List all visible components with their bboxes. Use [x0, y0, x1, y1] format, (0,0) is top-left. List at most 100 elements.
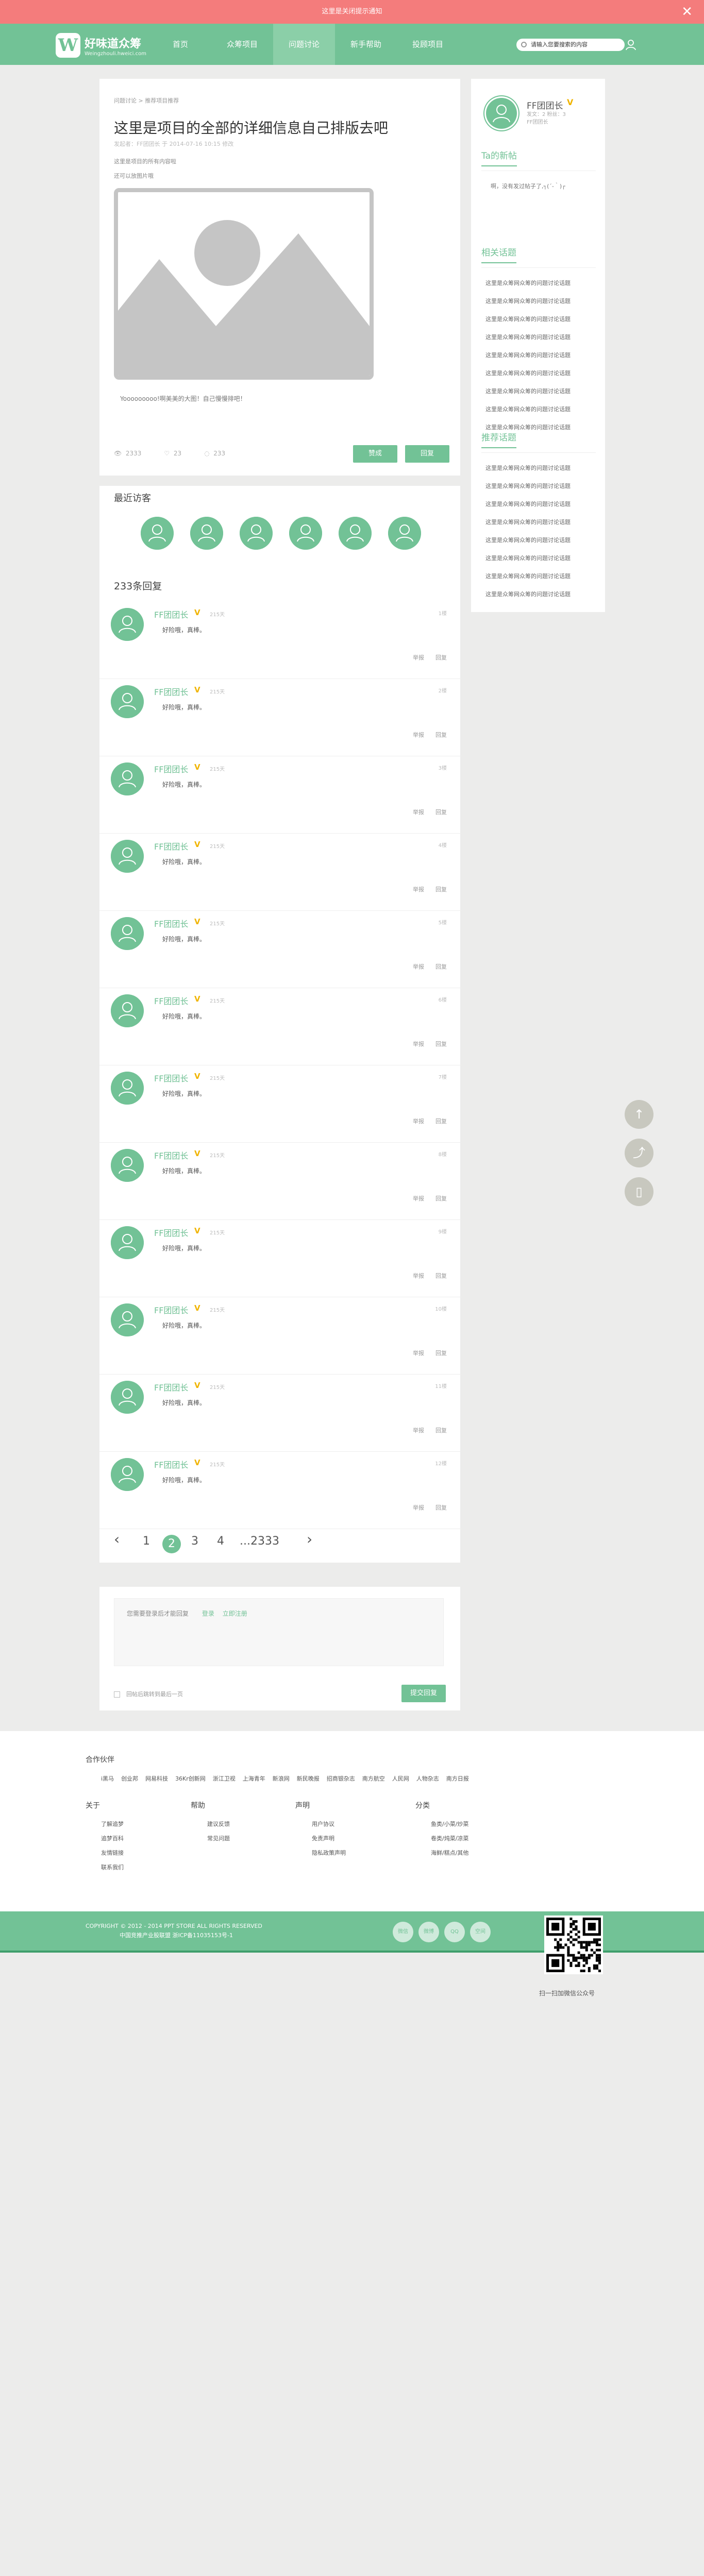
visitor-avatar[interactable]	[190, 517, 223, 550]
visitor-avatar[interactable]	[240, 517, 273, 550]
partner-link[interactable]: 人物杂志	[416, 1774, 439, 1783]
reply-author[interactable]: FF团团长	[154, 608, 188, 620]
reply-author[interactable]: FF团团长	[154, 685, 188, 698]
topic-link[interactable]: 这里是众筹网众筹的问题讨论话题	[485, 279, 571, 287]
search-input[interactable]: 请输入您要搜索的内容	[516, 39, 625, 51]
footer-link[interactable]: 用户协议	[312, 1820, 334, 1828]
author-avatar[interactable]	[483, 95, 519, 131]
report-link[interactable]: 举报	[413, 1427, 424, 1434]
user-icon[interactable]	[625, 39, 636, 50]
nav-item[interactable]: 首页	[149, 24, 211, 65]
partner-link[interactable]: 新民晚报	[297, 1774, 320, 1783]
page-link[interactable]: 3	[191, 1535, 198, 1548]
reply-link[interactable]: 回复	[435, 1504, 447, 1511]
topic-link[interactable]: 这里是众筹网众筹的问题讨论话题	[485, 482, 571, 490]
report-link[interactable]: 举报	[413, 886, 424, 893]
topic-link[interactable]: 这里是众筹网众筹的问题讨论话题	[485, 500, 571, 508]
report-link[interactable]: 举报	[413, 1118, 424, 1125]
reply-link[interactable]: 回复	[435, 963, 447, 970]
report-link[interactable]: 举报	[413, 1504, 424, 1511]
topic-link[interactable]: 这里是众筹网众筹的问题讨论话题	[485, 369, 571, 377]
reply-author[interactable]: FF团团长	[154, 1072, 188, 1084]
footer-link[interactable]: 追梦百科	[101, 1834, 124, 1842]
footer-link[interactable]: 了解追梦	[101, 1820, 124, 1828]
nav-item[interactable]: 投顾项目	[397, 24, 459, 65]
reply-avatar[interactable]	[111, 1226, 144, 1259]
topic-link[interactable]: 这里是众筹网众筹的问题讨论话题	[485, 518, 571, 526]
topic-link[interactable]: 这里是众筹网众筹的问题讨论话题	[485, 387, 571, 395]
visitor-avatar[interactable]	[141, 517, 174, 550]
partner-link[interactable]: 新浪网	[273, 1774, 290, 1783]
reply-link[interactable]: 回复	[435, 1427, 447, 1434]
reply-link[interactable]: 回复	[435, 654, 447, 661]
report-link[interactable]: 举报	[413, 654, 424, 661]
partner-link[interactable]: 招商银杂志	[327, 1774, 355, 1783]
reply-author[interactable]: FF团团长	[154, 840, 188, 852]
partner-link[interactable]: 人民网	[392, 1774, 409, 1783]
page-link[interactable]: ...2333	[240, 1535, 279, 1548]
submit-reply-button[interactable]: 提交回复	[401, 1685, 446, 1702]
login-link[interactable]: 登录	[202, 1610, 214, 1617]
reply-avatar[interactable]	[111, 917, 144, 950]
reply-link[interactable]: 回复	[435, 886, 447, 893]
qq-icon[interactable]: QQ	[444, 1922, 465, 1942]
reply-avatar[interactable]	[111, 1458, 144, 1491]
page-link[interactable]: 4	[217, 1535, 224, 1548]
report-link[interactable]: 举报	[413, 809, 424, 816]
visitor-avatar[interactable]	[339, 517, 372, 550]
topic-link[interactable]: 这里是众筹网众筹的问题讨论话题	[485, 590, 571, 598]
author-name[interactable]: FF团团长	[527, 98, 563, 111]
close-icon[interactable]: ✕	[681, 0, 693, 24]
reply-avatar[interactable]	[111, 994, 144, 1027]
nav-item[interactable]: 问题讨论	[273, 24, 335, 65]
checkbox-icon[interactable]	[114, 1691, 120, 1698]
next-page-button[interactable]: ›	[307, 1531, 312, 1548]
footer-link[interactable]: 卷类/炖菜/凉菜	[431, 1834, 468, 1842]
reply-avatar[interactable]	[111, 608, 144, 641]
footer-link[interactable]: 海鲜/糕点/其他	[431, 1849, 468, 1857]
footer-link[interactable]: 友情链接	[101, 1849, 124, 1857]
topic-link[interactable]: 这里是众筹网众筹的问题讨论话题	[485, 536, 571, 544]
topic-link[interactable]: 这里是众筹网众筹的问题讨论话题	[485, 333, 571, 341]
reply-link[interactable]: 回复	[435, 809, 447, 816]
wechat-icon[interactable]: 微信	[393, 1922, 413, 1942]
reply-avatar[interactable]	[111, 1381, 144, 1414]
partner-link[interactable]: 网易科技	[145, 1774, 168, 1783]
reply-author[interactable]: FF团团长	[154, 1149, 188, 1161]
topic-link[interactable]: 这里是众筹网众筹的问题讨论话题	[485, 464, 571, 472]
footer-link[interactable]: 常见问题	[207, 1834, 230, 1842]
reply-author[interactable]: FF团团长	[154, 1381, 188, 1393]
partner-link[interactable]: 浙江卫视	[213, 1774, 236, 1783]
reply-button[interactable]: 回复	[405, 445, 449, 463]
breadcrumb[interactable]: 问题讨论 > 推荐项目推荐	[114, 96, 179, 105]
reply-link[interactable]: 回复	[435, 1195, 447, 1202]
logo[interactable]: W 好味道众筹 Weingzhouli.hweici.com	[56, 33, 146, 58]
topic-link[interactable]: 这里是众筹网众筹的问题讨论话题	[485, 572, 571, 580]
topic-link[interactable]: 这里是众筹网众筹的问题讨论话题	[485, 315, 571, 323]
topic-link[interactable]: 这里是众筹网众筹的问题讨论话题	[485, 554, 571, 562]
page-link[interactable]: 1	[143, 1535, 150, 1548]
footer-link[interactable]: 免责声明	[312, 1834, 334, 1842]
report-link[interactable]: 举报	[413, 1273, 424, 1279]
reply-link[interactable]: 回复	[435, 1041, 447, 1047]
reply-avatar[interactable]	[111, 762, 144, 795]
partner-link[interactable]: i黑马	[101, 1774, 114, 1783]
topic-link[interactable]: 这里是众筹网众筹的问题讨论话题	[485, 297, 571, 305]
partner-link[interactable]: 36Kr创新网	[175, 1774, 206, 1783]
reply-author[interactable]: FF团团长	[154, 1303, 188, 1316]
partner-link[interactable]: 南方日报	[446, 1774, 469, 1783]
reply-author[interactable]: FF团团长	[154, 917, 188, 929]
back-to-top-icon[interactable]: ↑	[625, 1100, 653, 1129]
reply-author[interactable]: FF团团长	[154, 762, 188, 775]
partner-link[interactable]: 南方航空	[362, 1774, 385, 1783]
prev-page-button[interactable]: ‹	[114, 1531, 120, 1548]
partner-link[interactable]: 上海青年	[243, 1774, 265, 1783]
reply-link[interactable]: 回复	[435, 1118, 447, 1125]
reply-avatar[interactable]	[111, 1072, 144, 1105]
footer-link[interactable]: 联系我们	[101, 1863, 124, 1871]
report-link[interactable]: 举报	[413, 1195, 424, 1202]
weibo-icon[interactable]: 微博	[418, 1922, 439, 1942]
reply-link[interactable]: 回复	[435, 1350, 447, 1357]
partner-link[interactable]: 创业邦	[121, 1774, 138, 1783]
visitor-avatar[interactable]	[289, 517, 322, 550]
